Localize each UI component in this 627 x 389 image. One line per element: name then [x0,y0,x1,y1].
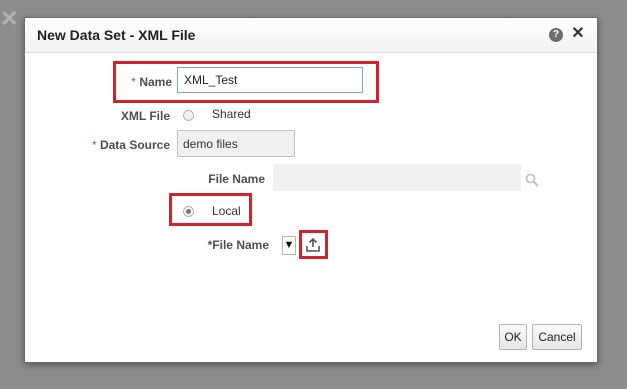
shared-option-label: Shared [212,107,251,121]
dropdown-arrow-icon[interactable]: ▼ [282,236,296,255]
help-icon[interactable]: ? [549,28,563,42]
dialog-title: New Data Set - XML File [37,27,196,43]
xml-file-label: XML File [120,109,170,123]
data-source-label-text: Data Source [99,138,170,152]
data-source-field[interactable]: demo files [177,130,295,157]
background-close-icon: ✕ [0,6,19,31]
new-data-set-dialog: New Data Set - XML File ? ✕ * Name XML F… [24,17,598,363]
data-source-required-mark: * [91,138,97,152]
file-name-shared-field[interactable] [273,164,521,191]
name-highlight-box [113,61,379,103]
cancel-button[interactable]: Cancel [532,324,582,350]
file-name-local-label: *File Name [207,238,269,252]
upload-highlight-box [299,230,328,259]
local-highlight-box [169,193,252,226]
ok-button[interactable]: OK [499,324,527,350]
close-icon[interactable]: ✕ [570,24,586,44]
dialog-header: New Data Set - XML File ? ✕ [25,18,597,53]
shared-radio[interactable] [183,110,194,121]
file-name-shared-label: File Name [208,172,265,186]
search-icon[interactable] [525,173,539,187]
data-source-label: * Data Source [80,138,170,152]
